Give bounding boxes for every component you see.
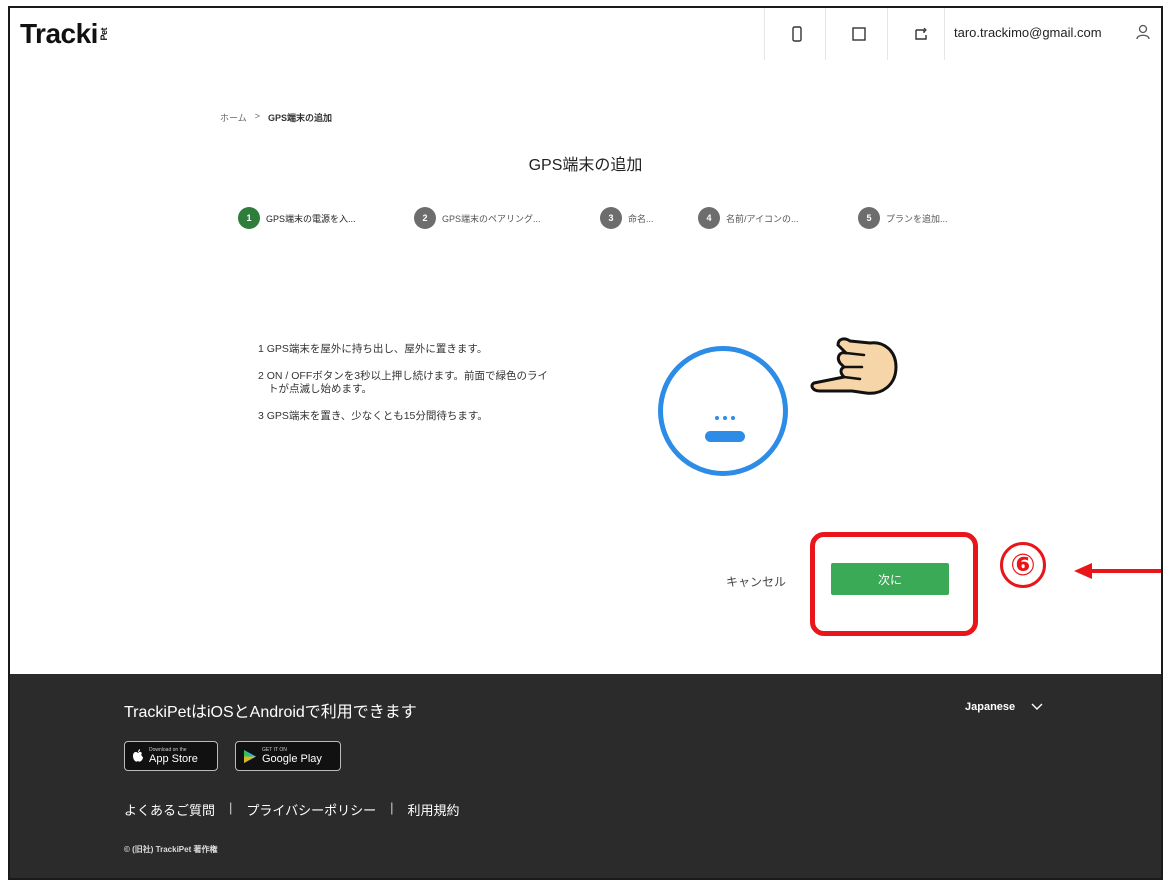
breadcrumb-home[interactable]: ホーム	[220, 111, 247, 124]
refresh-icon[interactable]	[912, 25, 930, 43]
logo-suffix: Pet	[98, 27, 109, 41]
instruction-item: 2 ON / OFFボタンを3秒以上押し続けます。前面で緑色のライトが点滅し始め…	[258, 370, 549, 395]
breadcrumb-current: GPS端末の追加	[268, 113, 333, 123]
copyright-text: © (旧社) TrackiPet 著作権	[124, 845, 218, 854]
square-icon[interactable]	[850, 25, 868, 43]
google-play-button[interactable]: GET IT ON Google Play	[235, 741, 341, 771]
footer-links: よくあるご質問 | プライバシーポリシー | 利用規約	[124, 800, 460, 819]
next-button[interactable]: 次に	[831, 563, 949, 595]
step-number: 3	[600, 207, 622, 229]
phone-icon[interactable]	[788, 25, 806, 43]
annotation-arrow-icon	[1074, 563, 1161, 579]
step-3: 3 命名...	[600, 207, 654, 229]
step-number: 2	[414, 207, 436, 229]
step-2: 2 GPS端末のペアリング...	[414, 207, 541, 229]
step-5: 5 プランを追加...	[858, 207, 948, 229]
step-label: GPS端末の電源を入...	[266, 213, 356, 224]
language-selector[interactable]: Japanese	[965, 701, 1043, 713]
link-separator: |	[390, 800, 394, 815]
progress-stepper: 1 GPS端末の電源を入... 2 GPS端末のペアリング... 3 命名...…	[238, 207, 958, 231]
step-1: 1 GPS端末の電源を入...	[238, 207, 356, 229]
page-title: GPS端末の追加	[528, 157, 643, 174]
faq-link[interactable]: よくあるご質問	[124, 800, 215, 819]
step-label: 名前/アイコンの...	[726, 213, 799, 224]
header-divider	[825, 8, 826, 60]
terms-link[interactable]: 利用規約	[408, 800, 460, 819]
step-number: 1	[238, 207, 260, 229]
app-store-button[interactable]: Download on the App Store	[124, 741, 218, 771]
chevron-down-icon	[1031, 703, 1043, 710]
step-callout-number: ⑥	[1000, 542, 1046, 588]
user-icon[interactable]	[1134, 23, 1152, 41]
header-divider	[764, 8, 765, 60]
apple-icon	[133, 749, 143, 762]
instruction-item: 1 GPS端末を屋外に持ち出し、屋外に置きます。	[258, 343, 488, 355]
device-button-icon	[705, 431, 745, 442]
site-footer: TrackiPetはiOSとAndroidで利用できます Japanese Do…	[10, 674, 1161, 878]
app-frame: Tracki Pet taro.trackimo@gmail.com ホーム >…	[8, 6, 1163, 880]
step-number: 5	[858, 207, 880, 229]
cancel-button[interactable]: キャンセル	[726, 573, 786, 590]
play-store-icon	[244, 749, 256, 763]
breadcrumb: ホーム > GPS端末の追加	[220, 111, 332, 124]
account-email[interactable]: taro.trackimo@gmail.com	[954, 25, 1102, 40]
breadcrumb-separator: >	[254, 111, 260, 121]
privacy-policy-link[interactable]: プライバシーポリシー	[246, 800, 376, 819]
step-4: 4 名前/アイコンの...	[698, 207, 799, 229]
trackipet-logo[interactable]: Tracki Pet	[20, 18, 109, 50]
header-divider	[887, 8, 888, 60]
link-separator: |	[229, 800, 233, 815]
instruction-list: 1 GPS端末を屋外に持ち出し、屋外に置きます。 2 ON / OFFボタンを3…	[258, 343, 558, 437]
header-divider	[944, 8, 945, 60]
app-store-label: App Store	[149, 753, 198, 765]
step-label: 命名...	[628, 213, 654, 224]
step-label: GPS端末のペアリング...	[442, 213, 541, 224]
step-label: プランを追加...	[886, 213, 948, 224]
footer-title: TrackiPetはiOSとAndroidで利用できます	[124, 704, 417, 721]
logo-text: Tracki	[20, 18, 98, 49]
led-dots	[715, 416, 735, 422]
instruction-item: 3 GPS端末を置き、少なくとも15分間待ちます。	[258, 410, 488, 422]
language-label: Japanese	[965, 701, 1016, 713]
google-play-label: Google Play	[262, 753, 322, 765]
pointing-hand-icon	[810, 337, 898, 395]
gps-device-illustration	[658, 346, 788, 476]
step-number: 4	[698, 207, 720, 229]
top-header: Tracki Pet taro.trackimo@gmail.com	[10, 8, 1161, 60]
